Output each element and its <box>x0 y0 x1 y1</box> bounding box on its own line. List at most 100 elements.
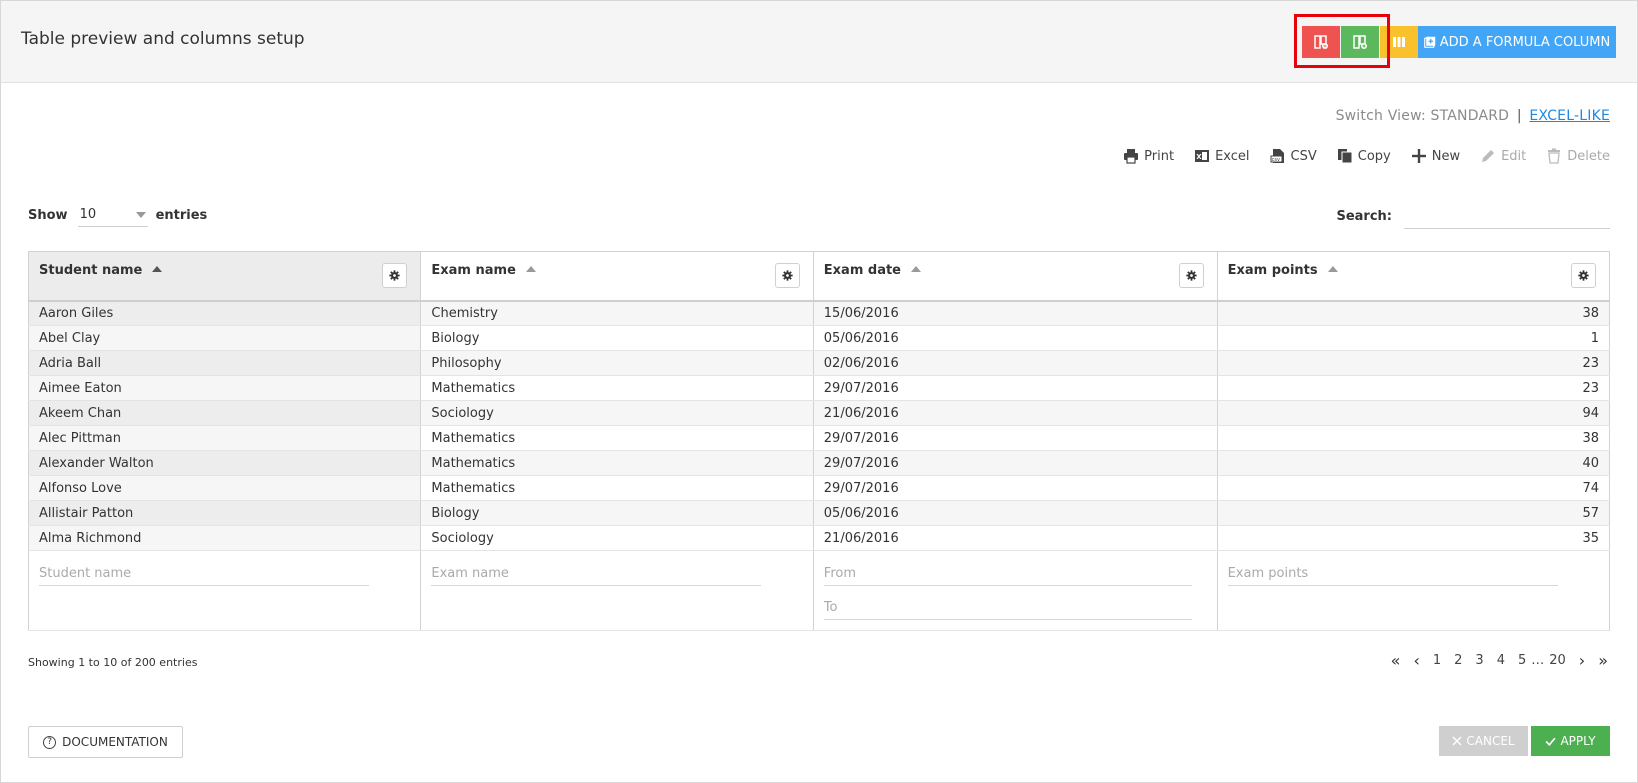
columns-icon <box>1393 37 1405 47</box>
svg-text:csv: csv <box>1271 157 1279 163</box>
exam-name-filter[interactable] <box>431 561 762 586</box>
page-title: Table preview and columns setup <box>21 29 305 49</box>
page-5-button[interactable]: 5 <box>1518 653 1526 668</box>
table-row[interactable]: Abel Clay Biology 05/06/2016 1 <box>28 325 1610 351</box>
cancel-button[interactable]: CANCEL <box>1439 726 1528 756</box>
table-cell: 23 <box>1217 375 1610 401</box>
table-row[interactable]: Alfonso Love Mathematics 29/07/2016 74 <box>28 475 1610 501</box>
gear-icon <box>389 270 401 281</box>
table-cell: 38 <box>1217 300 1610 326</box>
student-name-filter[interactable] <box>39 561 369 586</box>
table-row[interactable]: Alec Pittman Mathematics 29/07/2016 38 <box>28 425 1610 451</box>
column-header-label: Exam points <box>1227 263 1318 278</box>
page-length-value: 10 <box>79 207 97 222</box>
copy-label: Copy <box>1357 148 1391 164</box>
table-toolbar: Print X Excel csv CSV Copy New Edit Dele… <box>1123 148 1610 164</box>
print-button[interactable]: Print <box>1123 148 1174 164</box>
column-header[interactable]: Exam name <box>420 251 814 302</box>
documentation-button[interactable]: ? DOCUMENTATION <box>28 726 183 758</box>
column-settings-button[interactable] <box>1178 263 1204 288</box>
column-settings-button[interactable] <box>1571 263 1596 288</box>
table-row[interactable]: Akeem Chan Sociology 21/06/2016 94 <box>28 400 1610 426</box>
column-settings-button[interactable] <box>774 263 800 288</box>
pagination: « ‹ 1 2 3 4 5 … 20 › » <box>1391 651 1608 670</box>
table-cell: 40 <box>1217 450 1610 476</box>
page-2-button[interactable]: 2 <box>1454 653 1462 668</box>
column-header[interactable]: Exam date <box>813 251 1218 302</box>
table-cell: Alec Pittman <box>28 425 422 451</box>
plus-icon <box>1411 149 1426 163</box>
column-header[interactable]: Student name <box>28 251 422 302</box>
delete-button[interactable]: Delete <box>1546 148 1610 164</box>
date-to-filter[interactable] <box>823 595 1192 620</box>
pagination-ellipsis: … <box>1531 653 1545 668</box>
show-label: Show <box>28 207 68 223</box>
table-cell: 1 <box>1217 325 1610 351</box>
next-page-button[interactable]: › <box>1579 651 1585 670</box>
sort-arrow-icon <box>525 266 536 272</box>
pencil-icon <box>1482 150 1495 162</box>
data-table: Student name Exam name Exam date Exam point… <box>28 251 1610 631</box>
previous-page-button[interactable]: ‹ <box>1413 651 1419 670</box>
apply-label: APPLY <box>1560 734 1596 748</box>
edit-button[interactable]: Edit <box>1480 148 1526 164</box>
table-info: Showing 1 to 10 of 200 entries <box>28 656 198 669</box>
add-box-icon <box>1423 36 1435 48</box>
table-cell: Sociology <box>420 525 814 551</box>
add-formula-column-button[interactable]: ADD A FORMULA COLUMN <box>1418 26 1616 58</box>
table-cell: Adria Ball <box>28 350 422 376</box>
add-column-button[interactable] <box>1341 26 1379 58</box>
column-remove-icon <box>1314 35 1328 49</box>
filter-cell-student-name <box>28 550 422 631</box>
gear-icon <box>1185 270 1197 281</box>
page-1-button[interactable]: 1 <box>1433 653 1441 668</box>
remove-column-button[interactable] <box>1302 26 1340 58</box>
table-row[interactable]: Alma Richmond Sociology 21/06/2016 35 <box>28 525 1610 551</box>
table-header-row: Student name Exam name Exam date Exam point… <box>28 251 1610 302</box>
table-cell: 02/06/2016 <box>813 350 1218 376</box>
table-cell: 21/06/2016 <box>813 525 1218 551</box>
table-cell: 35 <box>1217 525 1610 551</box>
question-icon: ? <box>43 735 57 749</box>
table-cell: Allistair Patton <box>28 500 422 526</box>
add-formula-column-label: ADD A FORMULA COLUMN <box>1439 34 1611 50</box>
page-length-select[interactable]: 10 <box>77 203 148 227</box>
excel-label: Excel <box>1215 148 1250 164</box>
table-cell: 29/07/2016 <box>813 475 1218 501</box>
search-input[interactable] <box>1404 203 1610 229</box>
documentation-label: DOCUMENTATION <box>62 735 168 749</box>
table-cell: 38 <box>1217 425 1610 451</box>
excel-like-link[interactable]: EXCEL-LIKE <box>1529 108 1610 124</box>
new-label: New <box>1431 148 1461 164</box>
table-cell: 94 <box>1217 400 1610 426</box>
table-cell: Aimee Eaton <box>28 375 422 401</box>
excel-button[interactable]: X Excel <box>1194 148 1250 164</box>
table-row[interactable]: Adria Ball Philosophy 02/06/2016 23 <box>28 350 1610 376</box>
csv-label: CSV <box>1290 148 1317 164</box>
exam-points-filter[interactable] <box>1227 561 1558 586</box>
column-settings-button[interactable] <box>382 263 408 288</box>
last-page-button[interactable]: » <box>1598 651 1608 670</box>
column-visibility-button[interactable] <box>1380 26 1418 58</box>
table-row[interactable]: Alexander Walton Mathematics 29/07/2016 40 <box>28 450 1610 476</box>
table-cell: Mathematics <box>420 450 814 476</box>
table-cell: Mathematics <box>420 475 814 501</box>
table-row[interactable]: Allistair Patton Biology 05/06/2016 57 <box>28 500 1610 526</box>
page-20-button[interactable]: 20 <box>1549 653 1566 668</box>
table-row[interactable]: Aaron Giles Chemistry 15/06/2016 38 <box>28 300 1610 326</box>
date-from-filter[interactable] <box>823 561 1192 586</box>
apply-button[interactable]: APPLY <box>1531 726 1610 756</box>
new-button[interactable]: New <box>1411 148 1460 164</box>
column-header-label: Exam name <box>431 263 516 278</box>
page-3-button[interactable]: 3 <box>1475 653 1483 668</box>
trash-icon <box>1548 148 1561 164</box>
table-row[interactable]: Aimee Eaton Mathematics 29/07/2016 23 <box>28 375 1610 401</box>
first-page-button[interactable]: « <box>1391 651 1401 670</box>
excel-icon: X <box>1195 150 1210 162</box>
copy-button[interactable]: Copy <box>1337 148 1391 164</box>
column-header[interactable]: Exam points <box>1217 251 1610 302</box>
page-4-button[interactable]: 4 <box>1497 653 1505 668</box>
table-cell: Mathematics <box>420 375 814 401</box>
table-cell: Chemistry <box>420 300 814 326</box>
csv-button[interactable]: csv CSV <box>1270 148 1317 164</box>
